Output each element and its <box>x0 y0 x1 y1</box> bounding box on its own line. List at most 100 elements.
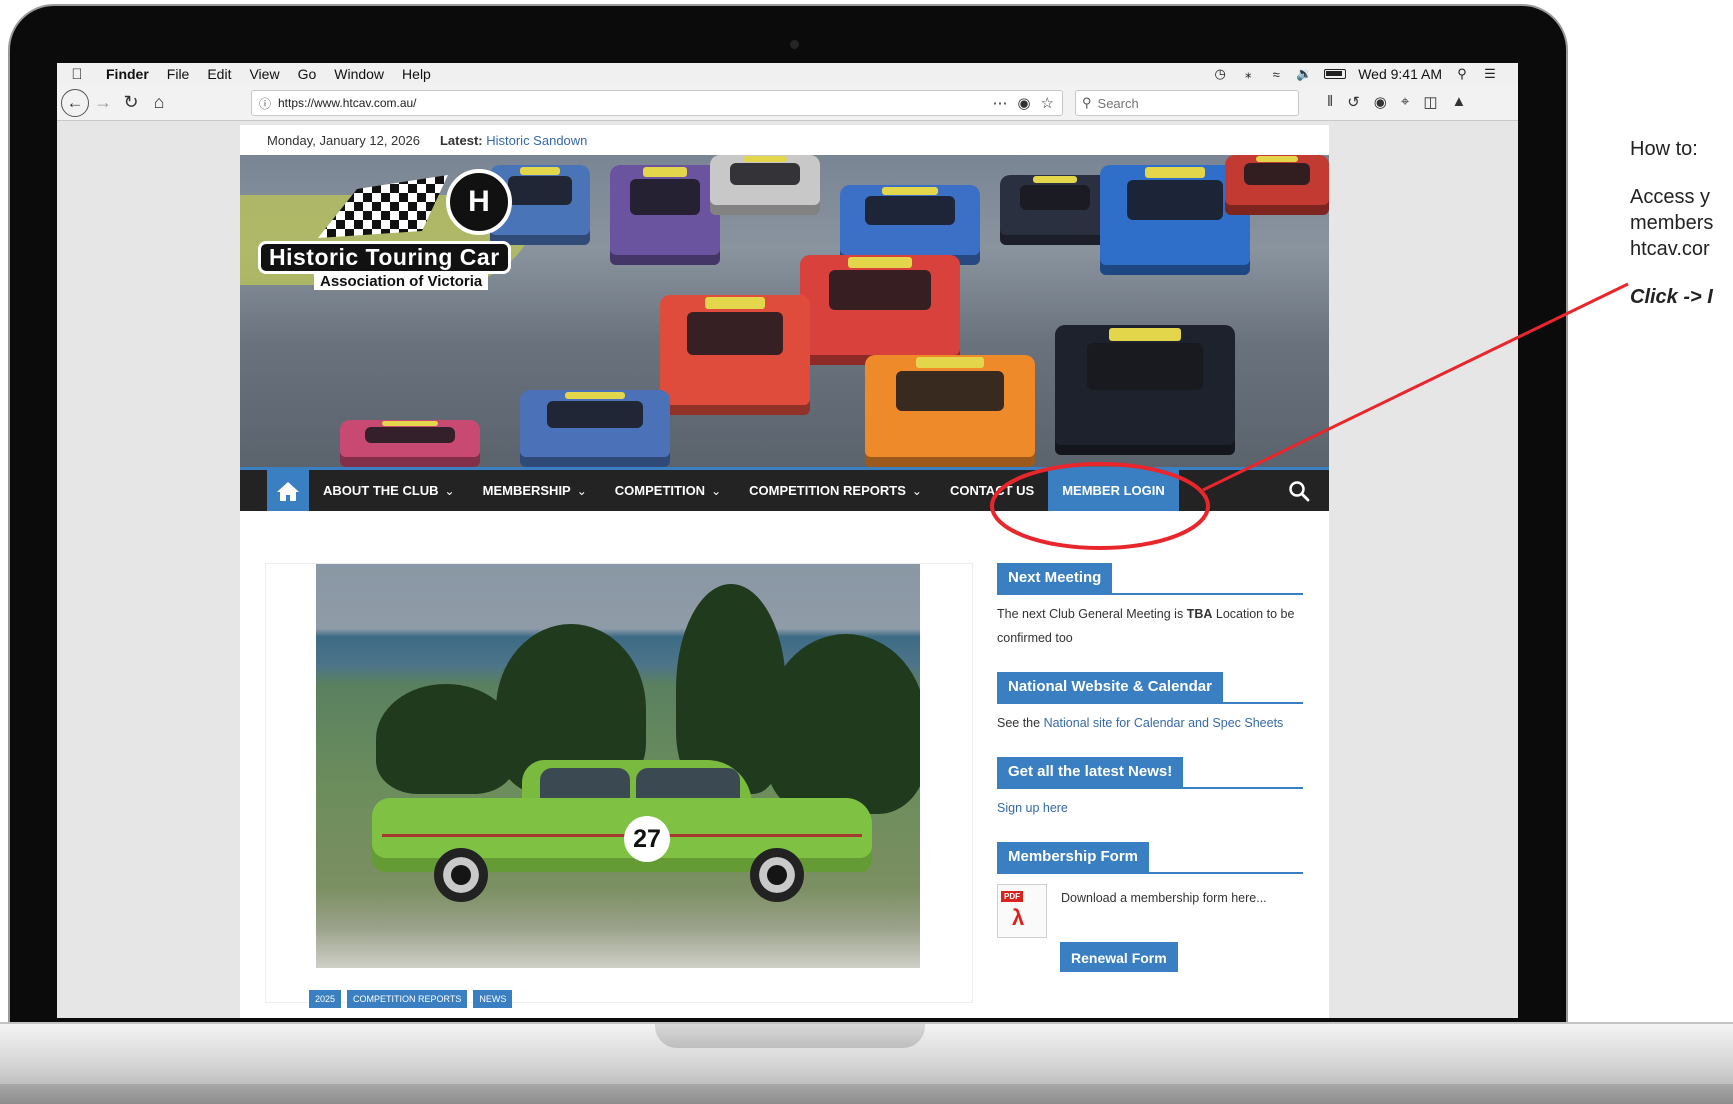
nav-home-button[interactable] <box>267 470 309 511</box>
spotlight-icon[interactable]: ⚲ <box>1454 66 1470 82</box>
chevron-down-icon: ⌄ <box>711 483 722 498</box>
reload-button[interactable]: ↻ <box>117 89 145 117</box>
volume-icon[interactable]: 🔉 <box>1296 66 1312 82</box>
nav-label: MEMBER LOGIN <box>1062 483 1165 498</box>
main-content: 27 2025 COMPETITION REPORTS NEWS Next Me… <box>240 511 1329 1011</box>
url-text: https://www.htcav.com.au/ <box>278 96 417 110</box>
checkered-flag-icon <box>318 175 448 238</box>
share-icon[interactable]: ▲ <box>1452 93 1467 111</box>
laptop-base-edge <box>0 1084 1733 1104</box>
home-button[interactable]: ⌂ <box>145 89 173 117</box>
widget-latest-news: Get all the latest News! Sign up here <box>997 757 1303 820</box>
site-info-icon[interactable]: ⓘ <box>252 95 278 112</box>
battery-icon[interactable] <box>1324 69 1347 79</box>
hero-banner: H Historic Touring Car Association of Vi… <box>240 155 1329 467</box>
latest-label: Latest: <box>439 132 483 148</box>
widget-next-meeting: Next Meeting The next Club General Meeti… <box>997 563 1303 650</box>
renewal-form-button[interactable]: Renewal Form <box>1060 942 1178 972</box>
national-site-link[interactable]: National site for Calendar and Spec Shee… <box>1044 716 1284 730</box>
car-window <box>636 768 740 802</box>
sidebar: Next Meeting The next Club General Meeti… <box>997 563 1303 994</box>
widget-body: Sign up here <box>997 789 1303 820</box>
page-actions-icon[interactable]: ⋯ <box>992 94 1007 112</box>
bluetooth-icon[interactable]: ⁎ <box>1240 66 1256 82</box>
menu-go[interactable]: Go <box>289 66 326 82</box>
forward-button[interactable]: → <box>89 89 117 117</box>
url-bar[interactable]: ⓘ https://www.htcav.com.au/ ⋯ ◉ ☆ <box>251 90 1063 116</box>
bookmark-star-icon[interactable]: ☆ <box>1041 94 1054 112</box>
car-stripe <box>382 834 862 837</box>
toolbar-right-icons: ‖ ↺ ◉ ⌖ ◫ ▲ <box>1327 93 1466 111</box>
apple-icon[interactable]:  <box>57 66 97 83</box>
menu-edit[interactable]: Edit <box>198 66 240 82</box>
widget-header: Membership Form <box>997 842 1303 874</box>
race-car <box>865 355 1035 467</box>
htcav-logo[interactable]: H Historic Touring Car Association of Vi… <box>258 163 528 290</box>
library-icon[interactable]: ‖ <box>1327 93 1333 111</box>
nav-competition[interactable]: COMPETITION ⌄ <box>601 470 735 511</box>
nav-member-login[interactable]: MEMBER LOGIN <box>1048 470 1179 511</box>
nav-competition-reports[interactable]: COMPETITION REPORTS ⌄ <box>735 470 936 511</box>
tag-news[interactable]: NEWS <box>473 990 513 1008</box>
nav-about-the-club[interactable]: ABOUT THE CLUB ⌄ <box>309 470 469 511</box>
chevron-down-icon: ⌄ <box>576 483 587 498</box>
notification-center-icon[interactable]: ☰ <box>1482 66 1498 82</box>
search-icon: ⚲ <box>1082 95 1092 110</box>
meeting-text: The next Club General Meeting is <box>997 607 1187 621</box>
nav-label: COMPETITION REPORTS <box>749 483 906 498</box>
menu-clock[interactable]: Wed 9:41 AM <box>1358 66 1442 82</box>
latest-news-link[interactable]: Historic Sandown <box>486 133 587 148</box>
race-car <box>520 390 670 467</box>
chevron-down-icon: ⌄ <box>444 483 455 498</box>
tag-competition-reports[interactable]: COMPETITION REPORTS <box>347 990 468 1008</box>
pocket-icon[interactable]: ◉ <box>1017 94 1030 112</box>
acrobat-icon: λ <box>1012 905 1025 930</box>
search-icon <box>1289 480 1310 501</box>
race-car <box>710 155 820 215</box>
widget-membership-form: Membership Form PDF λ Download a members… <box>997 842 1303 972</box>
widget-header: Next Meeting <box>997 563 1303 595</box>
membership-download[interactable]: PDF λ Download a membership form here... <box>997 874 1303 938</box>
race-car <box>660 295 810 415</box>
stage:  Finder File Edit View Go Window Help ◷… <box>0 0 1733 1104</box>
browser-toolbar: ← → ↻ ⌂ ⓘ https://www.htcav.com.au/ ⋯ ◉ … <box>57 85 1518 121</box>
widget-title: Membership Form <box>997 842 1150 874</box>
gear-knob-icon: H <box>446 169 512 235</box>
nav-search-button[interactable] <box>1269 470 1329 511</box>
annotation-click-instruction: Click -> I <box>1630 286 1713 308</box>
tag-year[interactable]: 2025 <box>309 990 342 1008</box>
national-text: See the <box>997 716 1044 730</box>
camera <box>790 40 799 49</box>
car-window <box>540 768 630 802</box>
pdf-icon: PDF λ <box>997 884 1047 938</box>
sidebar-icon[interactable]: ◫ <box>1423 93 1437 111</box>
race-car <box>800 255 960 365</box>
menu-help[interactable]: Help <box>393 66 440 82</box>
back-button[interactable]: ← <box>61 88 89 117</box>
laptop-notch <box>655 1024 925 1048</box>
current-date: Monday, January 12, 2026 <box>267 132 420 148</box>
menu-window[interactable]: Window <box>325 66 393 82</box>
nav-contact-us[interactable]: CONTACT US <box>936 470 1048 511</box>
menu-file[interactable]: File <box>158 66 199 82</box>
menu-app-name[interactable]: Finder <box>97 66 158 82</box>
annotation-line: Access y <box>1630 186 1711 208</box>
wifi-icon[interactable]: ≈ <box>1268 67 1284 82</box>
race-car <box>610 165 720 265</box>
annotation-line: htcav.cor <box>1630 238 1710 260</box>
featured-post-image[interactable]: 27 <box>316 564 920 968</box>
menu-view[interactable]: View <box>240 66 288 82</box>
crop-icon[interactable]: ⌖ <box>1401 93 1409 111</box>
signup-link[interactable]: Sign up here <box>997 801 1068 815</box>
annotation-line: members <box>1630 212 1714 234</box>
browser-search-input[interactable] <box>1097 95 1278 111</box>
browser-search-box[interactable]: ⚲ <box>1075 90 1299 116</box>
extension-icon[interactable]: ◉ <box>1374 93 1387 111</box>
laptop-base <box>0 1022 1733 1104</box>
logo-title: Historic Touring Car <box>258 241 511 274</box>
meeting-tba: TBA <box>1186 607 1213 621</box>
time-machine-icon[interactable]: ◷ <box>1212 66 1228 82</box>
history-icon[interactable]: ↺ <box>1347 93 1360 111</box>
page-top-bar: Monday, January 12, 2026 Latest: Histori… <box>240 125 1329 155</box>
nav-membership[interactable]: MEMBERSHIP ⌄ <box>469 470 601 511</box>
